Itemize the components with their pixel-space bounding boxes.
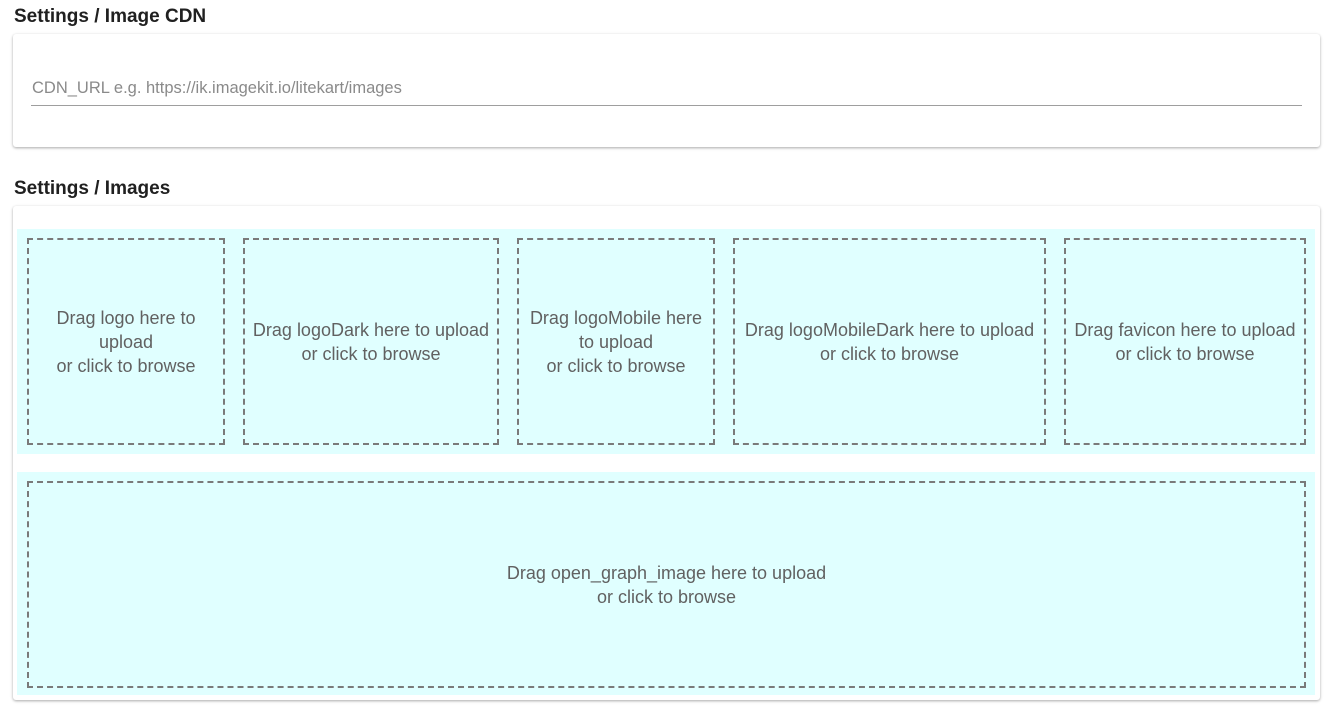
logo-dropzone-label: Drag logo here to upload or click to bro… xyxy=(56,307,196,376)
logo-mobile-dark-dropzone-label: Drag logoMobileDark here to upload or cl… xyxy=(744,319,1035,364)
cdn-card xyxy=(13,34,1320,147)
cdn-section-title: Settings / Image CDN xyxy=(14,6,207,27)
logo-dropzones-row: Drag logo here to upload or click to bro… xyxy=(17,229,1315,454)
images-section-title: Settings / Images xyxy=(14,178,171,199)
favicon-dropzone[interactable]: Drag favicon here to upload or click to … xyxy=(1064,238,1306,445)
open-graph-image-dropzone-label: Drag open_graph_image here to upload or … xyxy=(506,562,827,607)
logo-dark-dropzone[interactable]: Drag logoDark here to upload or click to… xyxy=(243,238,499,445)
favicon-dropzone-label: Drag favicon here to upload or click to … xyxy=(1074,319,1296,364)
open-graph-image-dropzone[interactable]: Drag open_graph_image here to upload or … xyxy=(27,481,1306,688)
cdn-url-input[interactable] xyxy=(31,72,1302,106)
logo-mobile-dropzone[interactable]: Drag logoMobile here to upload or click … xyxy=(517,238,715,445)
logo-mobile-dark-dropzone[interactable]: Drag logoMobileDark here to upload or cl… xyxy=(733,238,1046,445)
logo-dropzone[interactable]: Drag logo here to upload or click to bro… xyxy=(27,238,225,445)
logo-dark-dropzone-label: Drag logoDark here to upload or click to… xyxy=(252,319,490,364)
images-card: Drag logo here to upload or click to bro… xyxy=(13,206,1320,700)
og-dropzone-row: Drag open_graph_image here to upload or … xyxy=(17,472,1315,695)
logo-mobile-dropzone-label: Drag logoMobile here to upload or click … xyxy=(529,307,703,376)
